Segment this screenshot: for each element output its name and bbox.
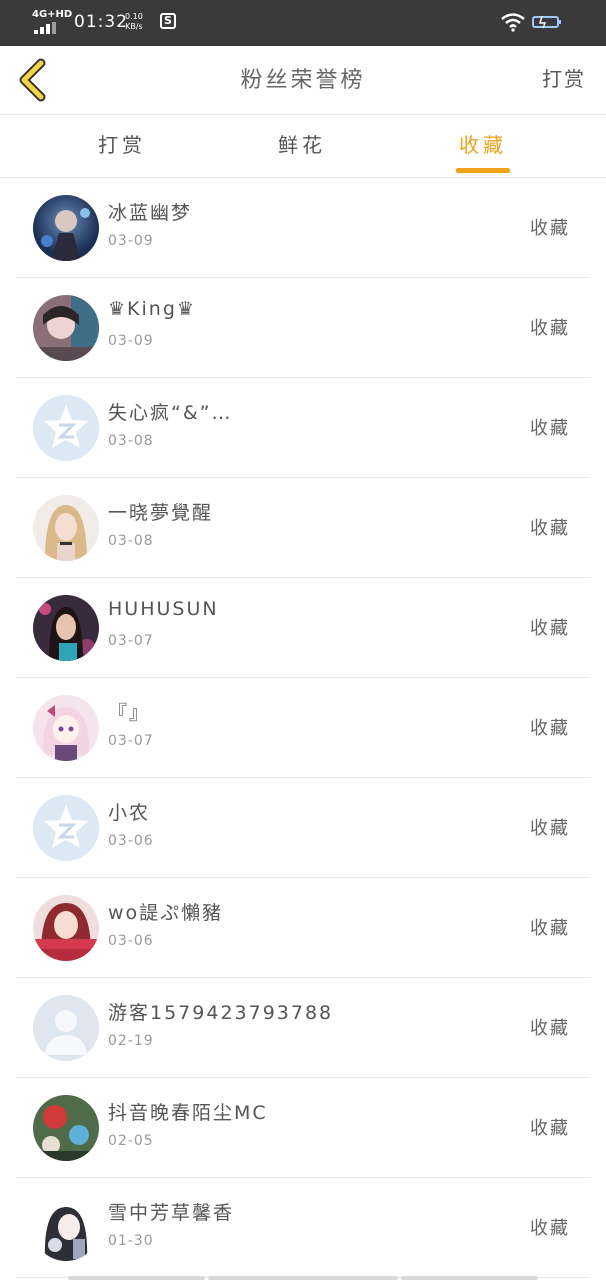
fan-date: 03-06: [108, 833, 154, 849]
avatar: [33, 195, 99, 261]
avatar: [33, 595, 99, 661]
fan-name: 小农: [108, 802, 151, 824]
avatar: [33, 1195, 99, 1261]
network-indicator: 4G+HD: [32, 9, 73, 20]
fan-name: HUHUSUN: [108, 598, 219, 620]
wifi-icon: [501, 13, 525, 32]
default-avatar-icon: [33, 395, 99, 461]
fan-action-label: 收藏: [530, 218, 570, 239]
fan-date: 01-30: [108, 1233, 154, 1249]
tab-reward[interactable]: 打赏: [62, 129, 182, 177]
avatar: [33, 495, 99, 561]
list-item[interactable]: 小农 03-06 收藏: [0, 778, 606, 878]
fan-action-label: 收藏: [530, 1018, 570, 1039]
battery-icon: [532, 15, 561, 29]
fan-action-label: 收藏: [530, 518, 570, 539]
scroll-indicator: [401, 1276, 538, 1280]
fan-name: ♛King♛: [108, 298, 196, 320]
list-item[interactable]: wo諟ぷ懶豬 03-06 收藏: [0, 878, 606, 978]
fan-date: 02-19: [108, 1033, 154, 1049]
fan-date: 02-05: [108, 1133, 154, 1149]
list-item[interactable]: 一晓夢覺醒 03-08 收藏: [0, 478, 606, 578]
list-item[interactable]: 抖音晚春陌尘MC 02-05 收藏: [0, 1078, 606, 1178]
tab-bar: 打赏 鲜花 收藏: [0, 115, 606, 178]
active-tab-indicator: [456, 168, 510, 173]
fan-date: 03-06: [108, 933, 154, 949]
list-item[interactable]: 雪中芳草馨香 01-30 收藏: [0, 1178, 606, 1278]
fan-name: 雪中芳草馨香: [108, 1202, 235, 1224]
fan-name: 抖音晚春陌尘MC: [108, 1102, 268, 1124]
signal-icon: [34, 22, 56, 34]
header-bar: 粉丝荣誉榜 打赏: [0, 46, 606, 115]
tab-flowers[interactable]: 鲜花: [242, 129, 362, 177]
fan-action-label: 收藏: [530, 1118, 570, 1139]
fan-date: 03-09: [108, 333, 154, 349]
avatar: [33, 695, 99, 761]
fan-name: 一晓夢覺醒: [108, 502, 214, 524]
fan-action-label: 收藏: [530, 718, 570, 739]
page-title: 粉丝荣誉榜: [240, 68, 366, 93]
fan-action-label: 收藏: [530, 318, 570, 339]
avatar: [33, 295, 99, 361]
fan-action-label: 收藏: [530, 818, 570, 839]
fan-list: 冰蓝幽梦 03-09 收藏 ♛King♛ 03-09 收藏 失心疯“&”… 03…: [0, 178, 606, 1278]
fan-action-label: 收藏: [530, 918, 570, 939]
list-item[interactable]: 游客1579423793788 02-19 收藏: [0, 978, 606, 1078]
fan-name: 游客1579423793788: [108, 1002, 334, 1024]
list-item[interactable]: 『』 03-07 收藏: [0, 678, 606, 778]
fan-name: 『』: [108, 702, 151, 724]
list-item[interactable]: 冰蓝幽梦 03-09 收藏: [0, 178, 606, 278]
list-item[interactable]: 失心疯“&”… 03-08 收藏: [0, 378, 606, 478]
clock: 01:32: [74, 12, 128, 32]
fan-name: 冰蓝幽梦: [108, 202, 193, 224]
list-item[interactable]: HUHUSUN 03-07 收藏: [0, 578, 606, 678]
status-bar: 4G+HD 01:32 0.10 KB/s S: [0, 0, 606, 46]
default-person-icon: [33, 995, 99, 1061]
reward-button[interactable]: 打赏: [542, 63, 586, 92]
fan-action-label: 收藏: [530, 1218, 570, 1239]
fan-name: 失心疯“&”…: [108, 402, 233, 424]
fan-action-label: 收藏: [530, 618, 570, 639]
default-avatar-icon: [33, 795, 99, 861]
fan-date: 03-08: [108, 433, 154, 449]
app-notification-icon: S: [160, 13, 176, 29]
scroll-indicator: [68, 1276, 205, 1280]
fan-date: 03-08: [108, 533, 154, 549]
fan-name: wo諟ぷ懶豬: [108, 902, 224, 924]
network-speed: 0.10 KB/s: [125, 12, 143, 31]
fan-date: 03-07: [108, 733, 154, 749]
avatar: [33, 895, 99, 961]
fan-date: 03-09: [108, 233, 154, 249]
avatar: [33, 1095, 99, 1161]
fan-date: 03-07: [108, 633, 154, 649]
fan-action-label: 收藏: [530, 418, 570, 439]
list-item[interactable]: ♛King♛ 03-09 收藏: [0, 278, 606, 378]
scroll-indicator: [208, 1276, 398, 1280]
